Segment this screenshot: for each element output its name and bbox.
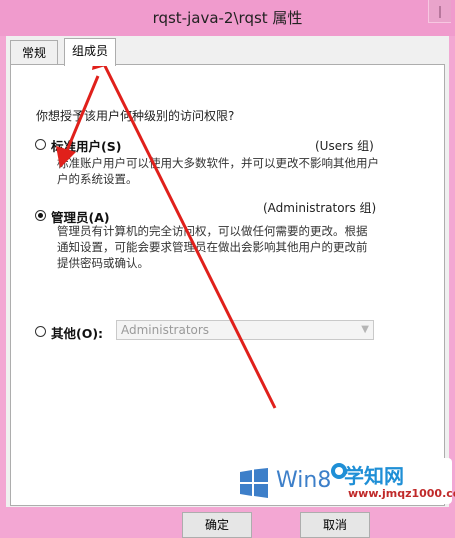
standard-user-label[interactable]: 标准用户(S) xyxy=(51,136,121,155)
cancel-button-label: 取消 xyxy=(322,518,347,532)
administrator-description: 管理员有计算机的完全访问权，可以做任何需要的更改。根据 通知设置，可能会要求管理… xyxy=(57,224,368,270)
access-level-question: 你想授予该用户何种级别的访问权限? xyxy=(36,109,235,123)
site-url: www.jmqz1000.com xyxy=(348,487,455,500)
chevron-down-icon: ▼ xyxy=(361,324,369,335)
window-title: rqst-java-2\rqst 属性 xyxy=(152,9,303,27)
other-radio[interactable] xyxy=(35,326,46,337)
administrator-radio[interactable] xyxy=(35,210,46,221)
win8-watermark: Win8 xyxy=(276,468,332,493)
other-group-select[interactable]: Administrators ▼ xyxy=(116,320,374,340)
window-titlebar: rqst-java-2\rqst 属性 xyxy=(0,0,455,36)
other-label[interactable]: 其他(O): xyxy=(51,323,103,342)
site-watermark: 学知网 www.jmqz1000.com xyxy=(330,458,455,504)
properties-dialog: 常规 组成员 你想授予该用户何种级别的访问权限? 标准用户(S) (Users … xyxy=(6,36,449,538)
other-group-value: Administrators xyxy=(121,323,210,337)
windows-logo-icon xyxy=(240,468,268,498)
close-button[interactable] xyxy=(428,0,451,23)
users-group-label: (Users 组) xyxy=(315,139,374,153)
tab-panel: 你想授予该用户何种级别的访问权限? 标准用户(S) (Users 组) 标准账户… xyxy=(10,64,445,506)
standard-user-radio[interactable] xyxy=(35,139,46,150)
ok-button-label: 确定 xyxy=(204,518,229,532)
administrators-group-label: (Administrators 组) xyxy=(263,201,377,215)
tab-group-membership[interactable]: 组成员 xyxy=(64,38,116,66)
cancel-button[interactable]: 取消 xyxy=(300,512,370,538)
standard-user-description: 标准账户用户可以使用大多数软件，并可以更改不影响其他用户 户的系统设置。 xyxy=(57,156,379,186)
tab-general[interactable]: 常规 xyxy=(10,40,58,65)
site-title: 学知网 xyxy=(344,464,404,488)
ok-button[interactable]: 确定 xyxy=(182,512,252,538)
